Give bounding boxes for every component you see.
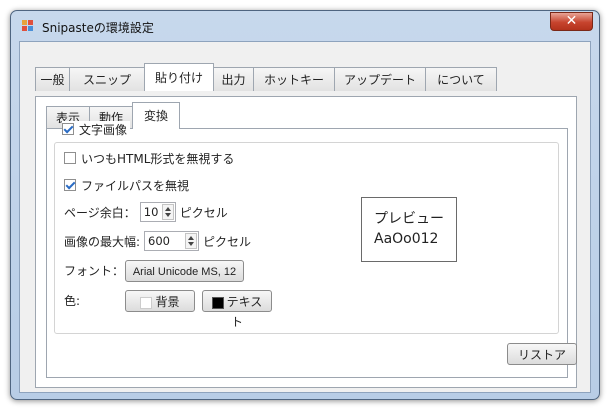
restore-button[interactable]: リストア bbox=[507, 343, 577, 365]
main-tab-bar: 一般 スニップ 貼り付け 出力 ホットキー アップデート について bbox=[20, 42, 590, 96]
subtab-convert[interactable]: 変換 bbox=[132, 102, 180, 129]
ignore-filepath-label: ファイルパスを無視 bbox=[81, 178, 190, 193]
background-color-label: 背景 bbox=[155, 295, 180, 309]
color-row: 色: bbox=[64, 289, 80, 311]
ignore-html-checkbox[interactable] bbox=[64, 152, 76, 164]
font-row: フォント： bbox=[64, 259, 125, 281]
max-width-label: 画像の最大幅: bbox=[64, 234, 141, 249]
ignore-html-label: いつもHTML形式を無視する bbox=[81, 151, 235, 166]
ignore-html-option[interactable]: いつもHTML形式を無視する bbox=[64, 147, 234, 169]
preview-title: プレビュー bbox=[374, 211, 444, 227]
max-width-spin-arrows[interactable] bbox=[185, 233, 198, 249]
text-color-button[interactable]: テキスト bbox=[202, 290, 272, 329]
preview-sample: AaOo012 bbox=[374, 231, 439, 247]
tab-output[interactable]: 出力 bbox=[213, 67, 254, 91]
page-margin-label: ページ余白： bbox=[64, 205, 136, 220]
background-swatch bbox=[140, 296, 153, 309]
close-icon: ✕ bbox=[565, 13, 578, 29]
max-width-value: 600 bbox=[148, 234, 170, 248]
tab-about[interactable]: について bbox=[425, 67, 497, 91]
ignore-filepath-checkbox[interactable] bbox=[64, 179, 76, 191]
ignore-filepath-option[interactable]: ファイルパスを無視 bbox=[64, 174, 189, 196]
max-width-spinbox[interactable]: 600 bbox=[144, 231, 200, 251]
tab-paste[interactable]: 貼り付け bbox=[144, 63, 214, 91]
window-title: Snipasteの環境設定 bbox=[42, 21, 154, 35]
snipaste-app-icon bbox=[22, 20, 34, 33]
page-margin-row: ページ余白： 10 ピクセル bbox=[64, 201, 228, 223]
tab-hotkeys[interactable]: ホットキー bbox=[253, 67, 335, 91]
tab-snip[interactable]: スニップ bbox=[69, 67, 145, 91]
spin-down-icon[interactable] bbox=[188, 242, 195, 246]
preview-box: プレビュー AaOo012 bbox=[361, 197, 457, 262]
tab-update[interactable]: アップデート bbox=[334, 67, 426, 91]
max-width-unit: ピクセル bbox=[203, 234, 252, 249]
spin-down-icon[interactable] bbox=[164, 213, 171, 217]
tab-general[interactable]: 一般 bbox=[35, 67, 70, 91]
page-margin-unit: ピクセル bbox=[179, 205, 228, 220]
spin-up-icon[interactable] bbox=[164, 207, 171, 211]
close-button[interactable]: ✕ bbox=[550, 12, 593, 31]
text-color-swatch bbox=[211, 296, 224, 309]
background-color-button[interactable]: 背景 bbox=[125, 290, 195, 312]
title-bar[interactable]: Snipasteの環境設定 ✕ bbox=[11, 11, 599, 39]
page-margin-spinbox[interactable]: 10 bbox=[139, 202, 176, 222]
max-width-row: 画像の最大幅: 600 ピクセル bbox=[64, 230, 251, 252]
font-select-button[interactable]: Arial Unicode MS, 12 bbox=[125, 260, 244, 282]
text-image-legend[interactable]: 文字画像 bbox=[62, 121, 131, 137]
spin-up-icon[interactable] bbox=[188, 236, 195, 240]
page-margin-value: 10 bbox=[143, 205, 159, 219]
text-image-label: 文字画像 bbox=[79, 122, 128, 137]
color-label: 色: bbox=[64, 293, 81, 308]
text-image-checkbox[interactable] bbox=[62, 123, 74, 135]
page-margin-spin-arrows[interactable] bbox=[161, 204, 174, 220]
font-label: フォント： bbox=[64, 263, 125, 278]
